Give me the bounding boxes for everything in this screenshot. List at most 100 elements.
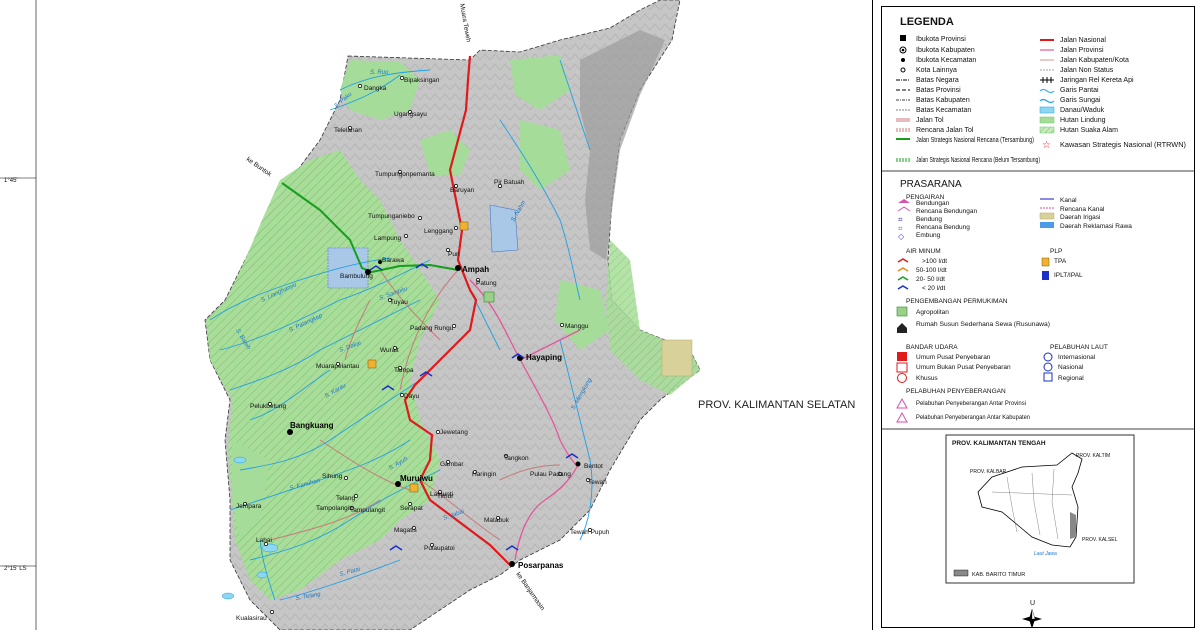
inset-legend-label: KAB. BARITO TIMUR (972, 572, 1025, 578)
town-label: Dayu (404, 393, 420, 400)
legend-frame: LEGENDA Ibukota Provinsi Ibukota Kabupat… (881, 6, 1195, 628)
legend-item: Regional (1058, 375, 1084, 382)
legend-item: 20- 50 l/dt (916, 276, 945, 283)
legend-item: Kanal (1060, 197, 1077, 204)
legend-item: Hutan Suaka Alam (1060, 127, 1118, 134)
legend-item: Batas Provinsi (916, 87, 961, 94)
town-label: Bipaksingan (404, 77, 440, 84)
town-label: Serapat (400, 505, 423, 512)
town-label: Tampa (394, 367, 414, 374)
legend-item: Danau/Waduk (1060, 107, 1105, 114)
town-label: Sihung (322, 473, 343, 480)
legend-item: Ibukota Kabupaten (916, 47, 975, 54)
lat-tick: 2°15' LS (4, 566, 27, 572)
town-major-label: Bangkuang (290, 421, 334, 430)
town-label: Pulaupatoi (424, 545, 455, 552)
penyeberangan-title: PELABUHAN PENYEBERANGAN (906, 388, 1006, 395)
legend-item: Umum Pusat Penyebaran (916, 354, 991, 361)
legend-item: Rencana Bendung (916, 224, 970, 231)
town-label: Bentot (584, 463, 603, 470)
legend-item: Jalan Non Status (1060, 67, 1114, 74)
town-label: Tewah Pupuh (570, 529, 610, 536)
town-label: Timur (437, 493, 454, 500)
legend-item: Garis Pantai (1060, 87, 1099, 94)
town-label: Lahai (256, 537, 272, 544)
legend-item: Daerah Irigasi (1060, 214, 1100, 221)
town-label: Tewah (588, 479, 607, 486)
town-label: Tangkon (504, 455, 529, 462)
legend-item: Rencana Jalan Tol (916, 127, 974, 134)
map-canvas[interactable]: Dangka Bipaksingan Ugangsayu Telelanan T… (0, 0, 860, 631)
legend-item: Hutan Lindung (1060, 117, 1106, 124)
town-label: Lenggang (424, 228, 453, 235)
legend-item: Ibukota Kecamatan (916, 57, 976, 64)
legend-item: Kota Lainnya (916, 67, 957, 74)
legend-panel: LEGENDA Ibukota Provinsi Ibukota Kabupat… (872, 0, 1200, 630)
town-label: Tampolangit (316, 505, 351, 512)
legend-item: Agropolitan (916, 309, 949, 316)
inset-title: PROV. KALIMANTAN TENGAH (952, 440, 1046, 447)
legend-item: 50-100 l/dt (916, 267, 947, 274)
legend-canvas: LEGENDA Ibukota Provinsi Ibukota Kabupat… (882, 16, 1194, 627)
lat-tick: 1°45' (4, 178, 18, 184)
legend-item: >100 l/dt (922, 258, 947, 265)
town-label: Barawa (382, 257, 404, 264)
town-label: Wurait (380, 347, 399, 354)
legend-item: Bendung (916, 216, 942, 223)
legend-item: Daerah Reklamasi Rawa (1060, 223, 1132, 230)
legend-item: Rencana Kanal (1060, 206, 1105, 213)
bandara-title: BANDAR UDARA (906, 344, 958, 351)
town-label: Padang Rungu (410, 325, 454, 332)
town-label: Patung (476, 280, 497, 287)
town-label: Ugangsayu (394, 111, 427, 118)
town-label: Bambulung (340, 273, 373, 280)
permukiman-title: PENGEMBANGAN PERMUKIMAN (906, 298, 1008, 305)
legend-item: Nasional (1058, 364, 1084, 371)
town-label: Baruyan (450, 187, 475, 194)
legend-item: Jalan Kabupaten/Kota (1060, 57, 1129, 64)
legend-item: < 20 l/dt (922, 285, 946, 292)
legend-item: Ibukota Provinsi (916, 36, 966, 43)
legend-item: Pelabuhan Penyeberangan Antar Kabupaten (916, 414, 1030, 421)
legend-item: Internasional (1058, 354, 1096, 361)
air-minum-title: AIR MINUM (906, 248, 941, 255)
legend-item: TPA (1054, 258, 1067, 265)
town-label: Lampung (374, 235, 401, 242)
inset-label: PROV. KALBAR (970, 469, 1007, 475)
legend-item: Jalan Provinsi (1060, 47, 1104, 54)
town-label: Kualasirau (236, 615, 267, 622)
legend-item: Khusus (916, 375, 938, 382)
legend-item: Batas Negara (916, 77, 959, 84)
legend-title: LEGENDA (900, 16, 954, 28)
town-label: Gambar (440, 461, 464, 468)
legend-item: Jaringan Rel Kereta Api (1060, 77, 1134, 84)
road-label-north: Muara Teweh (458, 3, 472, 43)
svg-text:⌗: ⌗ (898, 215, 903, 224)
town-label: Tuyau (390, 299, 408, 306)
town-label: Manggu (565, 323, 589, 330)
legend-item: Jalan Strategis Nasional Rencana (Belum … (916, 157, 1040, 164)
plp-title: PLP (1050, 248, 1062, 255)
north-arrow-label: U (1030, 600, 1035, 607)
legend-item: Pelabuhan Penyeberangan Antar Provinsi (916, 400, 1026, 407)
legend-item: Embung (916, 232, 941, 239)
legend-item: Bendungan (916, 200, 950, 207)
reclamation-area (489, 204, 519, 253)
north-arrow-icon (1022, 608, 1042, 627)
town-label: Telang (336, 495, 356, 502)
legend-item: Umum Bukan Pusat Penyebaran (916, 364, 1011, 371)
river-label: S. Ruo (370, 70, 389, 76)
prasarana-title: PRASARANA (900, 179, 962, 190)
town-label: Muarapelantau (316, 363, 360, 370)
town-label: Magatis (394, 527, 418, 534)
legend-item: Kawasan Strategis Nasional (RTRWN) (1060, 142, 1186, 149)
legend-item: Batas Kecamatan (916, 107, 971, 114)
town-label: Pelukbetung (250, 403, 287, 410)
town-label: Jewetang (440, 429, 468, 436)
inset-label: Laut Jawa (1034, 551, 1057, 557)
map-area[interactable]: Dangka Bipaksingan Ugangsayu Telelanan T… (0, 0, 860, 631)
town-label: Haringin (472, 471, 497, 478)
town-label: Tampulangit (350, 507, 385, 514)
legend-item: Jalan Tol (916, 117, 944, 124)
inset-label: PROV. KALTIM (1076, 453, 1110, 459)
